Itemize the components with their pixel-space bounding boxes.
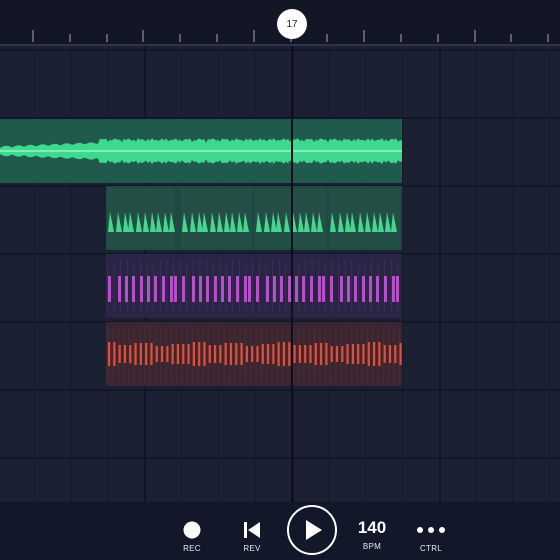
bpm-label: BPM	[362, 542, 382, 551]
grid-column-line	[71, 46, 72, 502]
rev-button[interactable]: REV	[238, 520, 266, 553]
rec-button[interactable]: REC	[178, 520, 206, 553]
arrangement-grid[interactable]	[0, 46, 560, 502]
grid-column-line	[549, 46, 550, 502]
ruler-tick	[253, 30, 255, 42]
ctrl-button[interactable]: CTRL	[414, 520, 448, 553]
grid-column-line	[476, 46, 477, 502]
ruler-tick	[32, 30, 34, 42]
kick-pattern-clip[interactable]	[106, 186, 402, 250]
kick-pattern-graphic	[106, 186, 402, 250]
ctrl-label: CTRL	[419, 544, 443, 553]
ruler-tick	[216, 34, 218, 42]
more-dots-icon	[417, 527, 445, 533]
ruler-tick	[474, 30, 476, 42]
ruler-tick	[510, 34, 512, 42]
ruler-tick	[326, 34, 328, 42]
ruler-tick	[142, 30, 144, 42]
ruler-tick	[106, 34, 108, 42]
transport-bar: REC REV 140 BPM CTRL	[0, 502, 560, 560]
playhead-marker[interactable]: 17	[277, 9, 307, 39]
play-button[interactable]	[286, 504, 338, 556]
skip-back-icon	[244, 522, 260, 538]
ruler-tick	[400, 34, 402, 42]
ruler-tick	[547, 34, 549, 42]
play-icon	[287, 505, 337, 555]
playhead-line	[291, 46, 293, 502]
ruler-tick	[69, 34, 71, 42]
waveform-graphic	[0, 119, 402, 183]
snare-pattern-clip[interactable]	[106, 322, 402, 386]
hat-pattern-clip[interactable]	[106, 254, 402, 318]
ruler-tick	[363, 30, 365, 42]
bpm-display[interactable]: 140 BPM	[352, 518, 392, 551]
snare-pattern-graphic	[106, 322, 402, 386]
record-icon	[183, 521, 201, 539]
grid-column-line	[512, 46, 513, 502]
audio-waveform-clip[interactable]	[0, 119, 402, 183]
grid-column-line	[439, 46, 441, 502]
rev-label: REV	[243, 544, 261, 553]
ruler-tick	[179, 34, 181, 42]
hat-pattern-graphic	[106, 254, 402, 318]
bpm-value: 140	[357, 518, 387, 537]
timeline-ruler[interactable]: 17	[0, 0, 560, 46]
grid-column-line	[402, 46, 403, 502]
grid-column-line	[34, 46, 35, 502]
ruler-tick	[437, 34, 439, 42]
rec-label: REC	[183, 544, 201, 553]
